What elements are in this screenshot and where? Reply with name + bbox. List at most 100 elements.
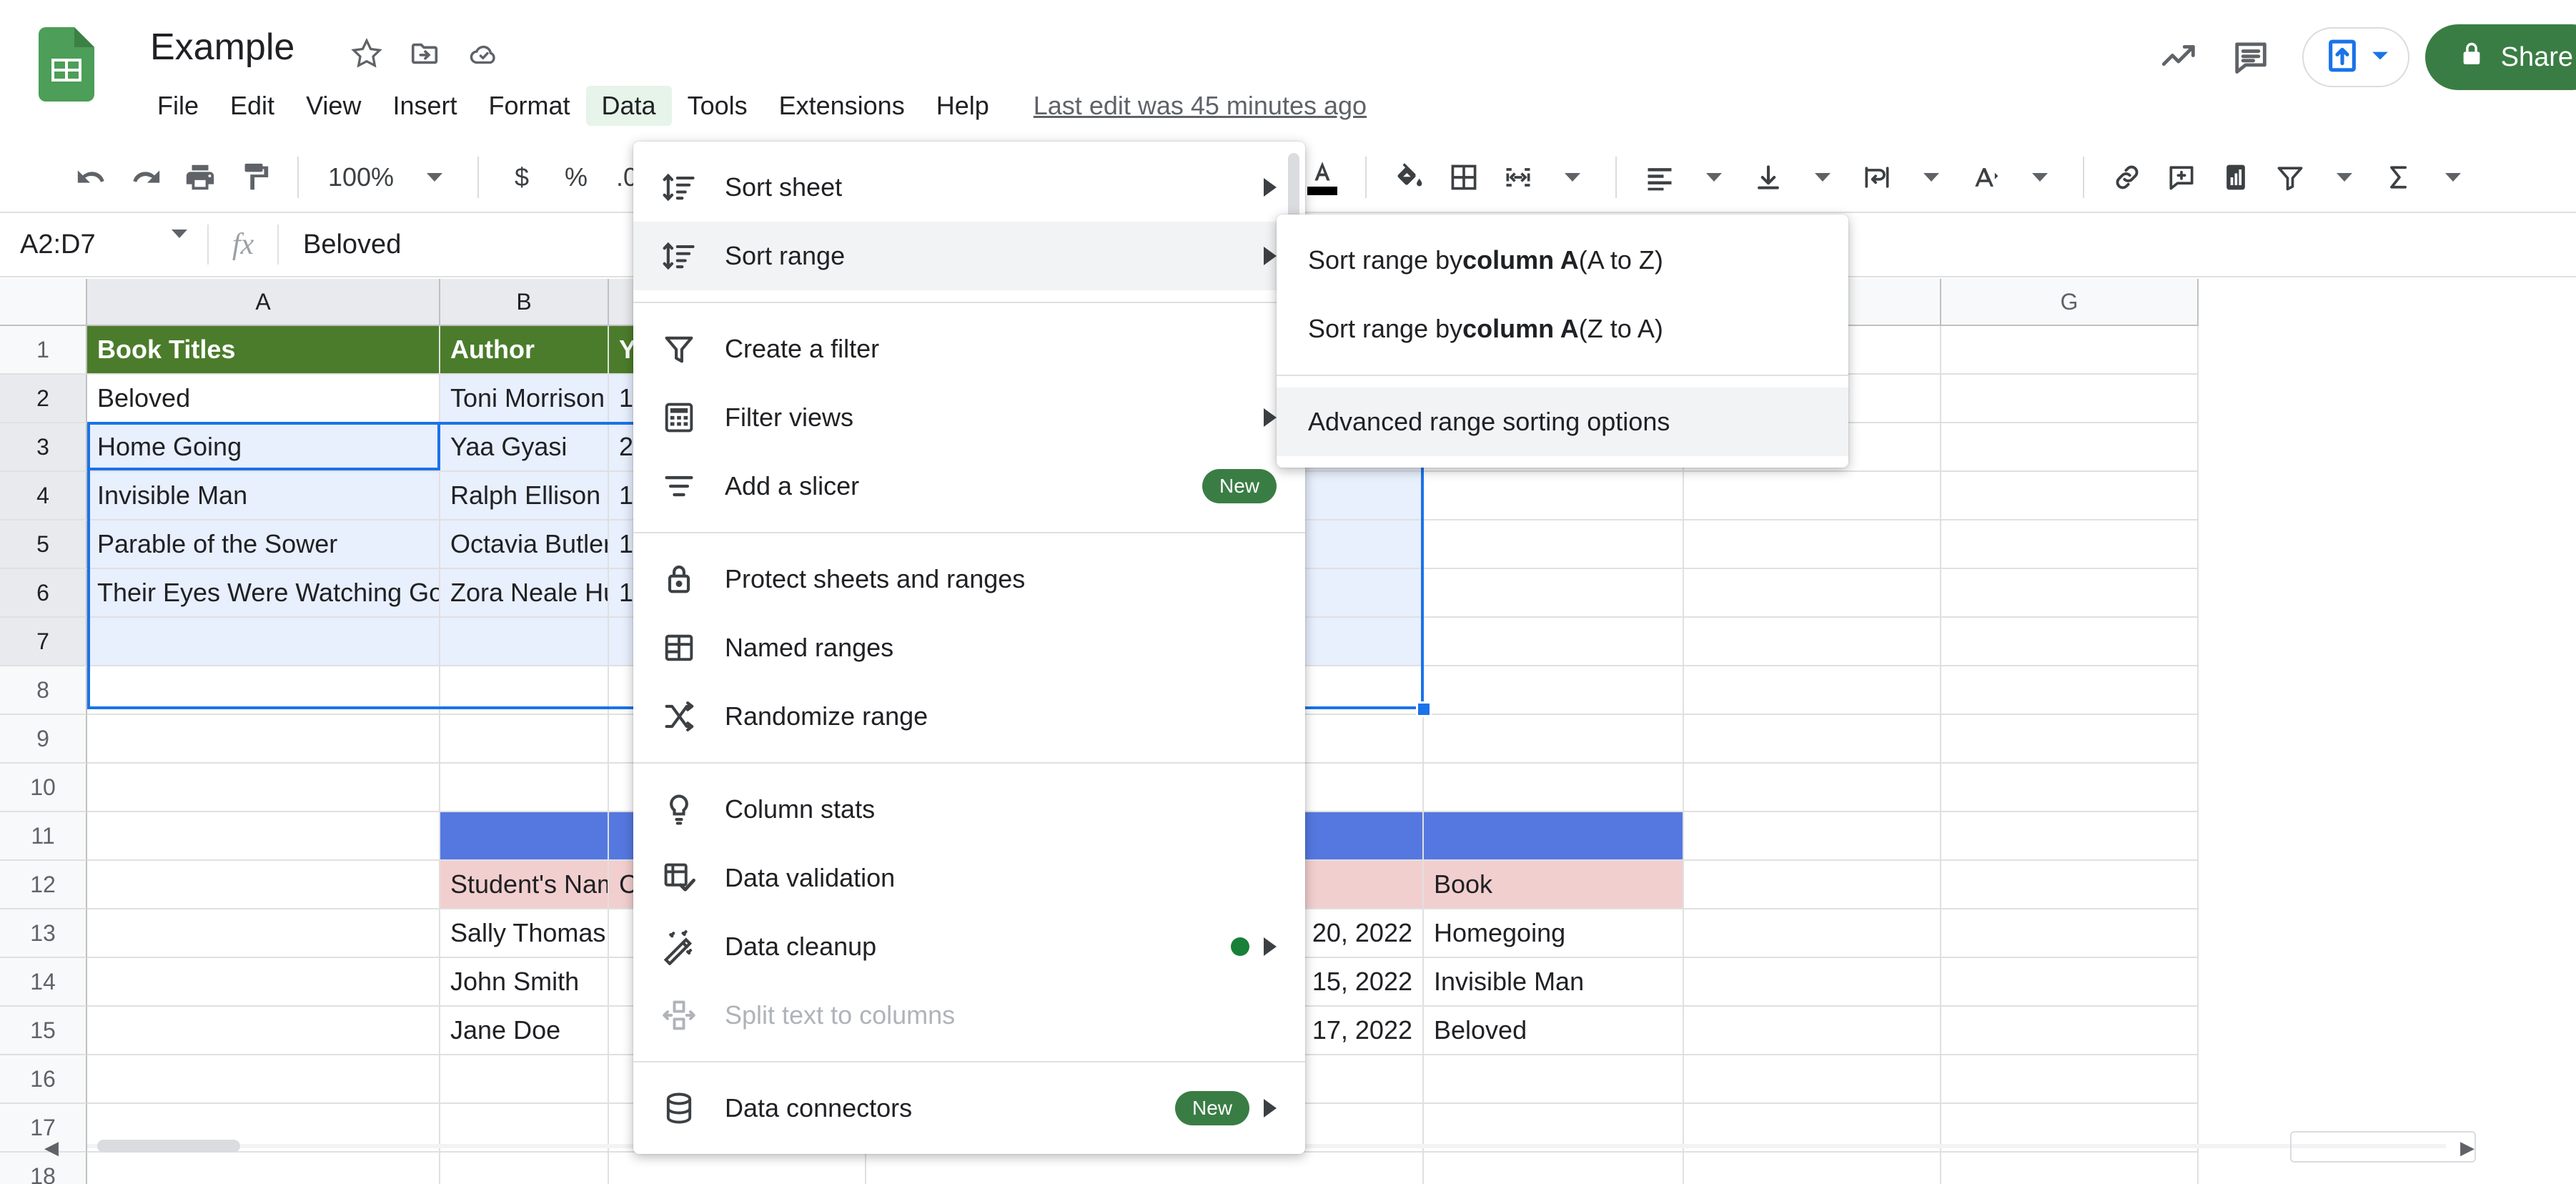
paint-format-icon[interactable] [227,150,282,204]
grid-cell[interactable]: Invisible Man [1424,958,1684,1007]
grid-cell[interactable]: Octavia Butler [440,521,609,569]
menu-item-data-validation[interactable]: Data validation [633,844,1305,912]
redo-icon[interactable] [119,150,173,204]
row-header-3[interactable]: 3 [0,423,87,472]
grid-cell[interactable] [1684,1055,1941,1104]
chevron-down-icon[interactable] [1687,150,1741,204]
grid-cell[interactable]: John Smith [440,958,609,1007]
bottom-status-pill[interactable] [2290,1131,2476,1163]
grid-cell[interactable] [1684,1153,1941,1184]
grid-cell[interactable] [1941,1007,2199,1055]
grid-cell[interactable] [1941,472,2199,521]
grid-cell[interactable] [1941,423,2199,472]
grid-cell[interactable] [87,1055,440,1104]
grid-cell[interactable] [87,812,440,861]
grid-cell[interactable] [1941,715,2199,764]
grid-cell[interactable] [87,958,440,1007]
row-header-13[interactable]: 13 [0,909,87,958]
chevron-down-icon[interactable] [2317,150,2372,204]
grid-cell[interactable] [1941,1153,2199,1184]
grid-cell[interactable]: Beloved [87,375,440,423]
menu-item-named-ranges[interactable]: Named ranges [633,613,1305,682]
row-header-1[interactable]: 1 [0,326,87,375]
menu-data[interactable]: Data [585,86,672,126]
grid-cell[interactable]: Beloved [1424,1007,1684,1055]
row-header-2[interactable]: 2 [0,375,87,423]
chevron-down-icon[interactable] [407,150,462,204]
column-header-a[interactable]: A [87,279,440,326]
chevron-down-icon[interactable] [1545,150,1600,204]
share-button[interactable]: Share [2424,24,2576,90]
submenu-item-advanced-range-sorting-options[interactable]: Advanced range sorting options [1277,388,1848,456]
document-title[interactable]: Example [150,26,294,69]
menu-item-sort-range[interactable]: Sort range [633,222,1305,290]
selection-fill-handle[interactable] [1416,701,1432,717]
row-header-16[interactable]: 16 [0,1055,87,1104]
grid-cell[interactable] [440,812,609,861]
grid-cell[interactable] [440,618,609,666]
grid-cell[interactable] [1684,569,1941,618]
star-icon[interactable] [350,37,383,70]
grid-cell[interactable] [1941,958,2199,1007]
menu-tools[interactable]: Tools [672,86,763,126]
grid-cell[interactable] [1684,618,1941,666]
grid-cell[interactable]: Invisible Man [87,472,440,521]
borders-icon[interactable] [1437,150,1491,204]
grid-cell[interactable]: Book Titles [87,326,440,375]
grid-cell[interactable] [87,861,440,909]
menu-item-column-stats[interactable]: Column stats [633,775,1305,844]
grid-cell[interactable] [1684,472,1941,521]
menu-item-add-a-slicer[interactable]: Add a slicer New [633,452,1305,521]
menu-view[interactable]: View [290,86,377,126]
grid-cell[interactable] [1941,521,2199,569]
scroll-left-icon[interactable]: ◀ [44,1137,59,1159]
create-filter-icon[interactable] [2263,150,2317,204]
grid-cell[interactable] [1941,326,2199,375]
formula-input[interactable]: Beloved [279,230,401,260]
grid-cell[interactable]: Homegoing [1424,909,1684,958]
insert-comment-icon[interactable] [2154,150,2209,204]
grid-cell[interactable]: Home Going [87,423,440,472]
grid-cell[interactable] [1424,569,1684,618]
menu-item-filter-views[interactable]: Filter views [633,383,1305,452]
grid-cell[interactable] [440,764,609,812]
row-header-4[interactable]: 4 [0,472,87,521]
trending-up-icon[interactable] [2144,21,2215,93]
row-header-18[interactable]: 18 [0,1153,87,1184]
submenu-item-sort-range-by-column-a-z-to-a[interactable]: Sort range by column A (Z to A) [1277,295,1848,363]
percent-format-button[interactable]: % [549,150,603,204]
undo-icon[interactable] [64,150,119,204]
grid-cell[interactable] [1424,618,1684,666]
row-header-17[interactable]: 17 [0,1104,87,1153]
grid-cell[interactable] [87,1007,440,1055]
grid-cell[interactable] [87,618,440,666]
grid-cell[interactable] [1684,521,1941,569]
grid-cell[interactable] [1684,764,1941,812]
grid-cell[interactable] [440,666,609,715]
grid-cell[interactable]: Yaa Gyasi [440,423,609,472]
grid-cell[interactable] [1424,715,1684,764]
grid-cell[interactable] [1424,1153,1684,1184]
grid-cell[interactable]: Jane Doe [440,1007,609,1055]
grid-cell[interactable]: Ralph Ellison [440,472,609,521]
row-header-5[interactable]: 5 [0,521,87,569]
row-header-8[interactable]: 8 [0,666,87,715]
submenu-item-sort-range-by-column-a-a-to-z[interactable]: Sort range by column A (A to Z) [1277,226,1848,295]
grid-cell[interactable]: Student's Name [440,861,609,909]
grid-cell[interactable] [1684,812,1941,861]
menu-item-create-a-filter[interactable]: Create a filter [633,315,1305,383]
currency-format-button[interactable]: $ [495,150,549,204]
column-header-b[interactable]: B [440,279,609,326]
vertical-align-icon[interactable] [1741,150,1795,204]
menu-item-data-cleanup[interactable]: Data cleanup [633,912,1305,981]
grid-cell[interactable] [866,1153,1424,1184]
column-header-g[interactable]: G [1941,279,2199,326]
grid-cell[interactable] [1941,666,2199,715]
menu-insert[interactable]: Insert [377,86,472,126]
grid-cell[interactable] [1941,861,2199,909]
menu-item-data-connectors[interactable]: Data connectors New [633,1074,1305,1143]
chevron-down-icon[interactable] [172,230,187,251]
grid-cell[interactable] [1941,618,2199,666]
grid-cell[interactable] [87,764,440,812]
menu-format[interactable]: Format [473,86,586,126]
